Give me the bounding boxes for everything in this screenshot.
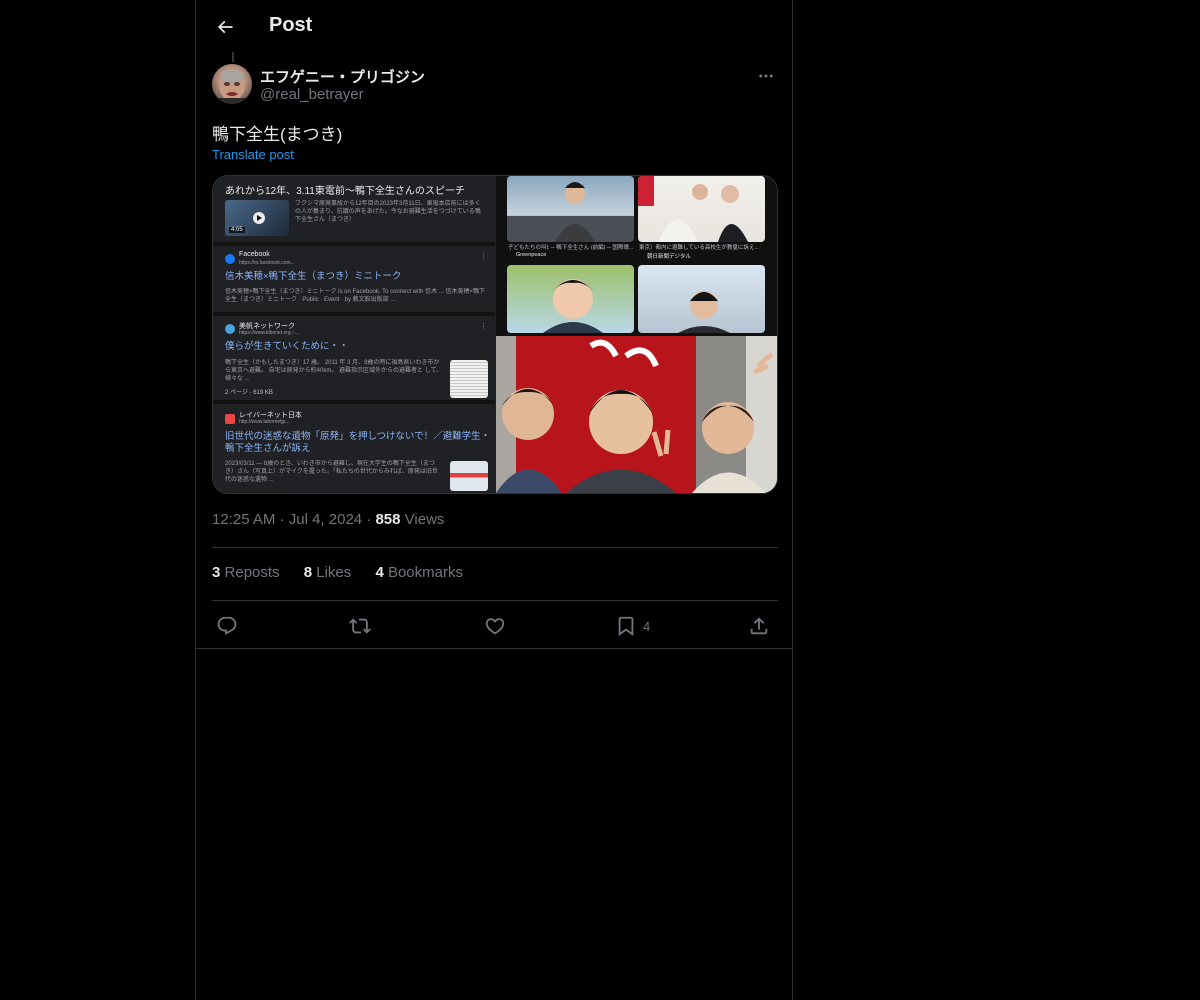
search-result-snippet: フクシマ原発事故から12年目の2023年3月11日、東電本店前には多くの人が集ま… [295, 201, 481, 223]
share-icon [750, 617, 768, 635]
page-header: Post [196, 0, 792, 53]
likes-label: Likes [316, 564, 352, 581]
search-result-facebook: Facebook https://m.facebook.com... ⋮ 信木美… [213, 246, 495, 316]
action-bar: 4 [212, 610, 778, 642]
search-result-link: 信木美穂×鴨下全生（まつき）ミニトーク [225, 271, 402, 282]
image-result-caption: 東京）都内に避難している高校生が教皇に訴え... [639, 245, 759, 251]
post-date[interactable]: Jul 4, 2024 [289, 511, 362, 528]
bookmarks-count: 4 [375, 564, 384, 581]
video-thumbnail: 4:05 [225, 200, 289, 236]
post-detail-column: Post エフゲニー・プリゴジン @real_betrayer 鴨下全生(まつき [195, 0, 793, 1000]
bookmarks-stat[interactable]: 4 Bookmarks [375, 564, 463, 581]
kebab-menu-icon: ⋮ [480, 323, 487, 330]
likes-count: 8 [303, 564, 313, 581]
image-result-photo [507, 176, 634, 242]
reply-button[interactable] [216, 610, 238, 642]
video-duration: 4:05 [229, 227, 245, 233]
image-result-photo [638, 265, 765, 333]
share-button[interactable] [748, 610, 770, 642]
site-favicon-icon [225, 414, 235, 424]
post-time[interactable]: 12:25 AM [212, 511, 275, 528]
image-result-caption: 子どもたちの叫ﾋ ─ 鴨下全生さん (前編) ─ 国際環... [508, 245, 633, 251]
reply-icon [217, 616, 237, 635]
image-result-source: 朝日新聞デジタル [647, 254, 691, 260]
media-photo-grid[interactable]: 子どもたちの叫ﾋ ─ 鴨下全生さん (前編) ─ 国際環... Greenpea… [496, 176, 777, 493]
back-button[interactable] [208, 10, 242, 44]
post-author: エフゲニー・プリゴジン @real_betrayer [212, 64, 778, 108]
thread-connector-line [232, 52, 234, 62]
bookmarks-label: Bookmarks [387, 564, 463, 581]
image-result-photo [638, 176, 765, 242]
repost-icon [349, 618, 371, 634]
search-result-snippet: 鴨下全生（かもしたまつき）17 歳。 2011 年 3 月、8歳の時に福島県いわ… [225, 360, 443, 382]
meta-separator: · [279, 511, 289, 528]
views-count: 858 [375, 511, 401, 528]
media-search-results-screenshot[interactable]: あれから12年、3.11東電前〜鴨下全生さんのスピーチ 4:05 フクシマ原発事… [213, 176, 495, 493]
author-display-name[interactable]: エフゲニー・プリゴジン [260, 66, 425, 87]
search-result-snippet: 信木美穂×鴨下全生（まつき）ミニトーク is on Facebook. To c… [225, 289, 485, 303]
search-result-url: https://www.kibonet.org › ... [239, 330, 300, 336]
search-result-title: あれから12年、3.11東電前〜鴨下全生さんのスピーチ [225, 186, 465, 197]
site-favicon-icon [225, 324, 235, 334]
heart-icon [485, 618, 505, 635]
author-handle[interactable]: @real_betrayer [260, 86, 364, 103]
more-options-button[interactable] [754, 64, 778, 88]
bookmark-button[interactable]: 4 [615, 610, 650, 642]
divider [212, 547, 778, 548]
facebook-favicon-icon [225, 254, 235, 264]
search-result-kibonet: 美帆ネットワーク https://www.kibonet.org › ... ⋮… [213, 316, 495, 404]
views-label: Views [404, 511, 445, 528]
search-result-labornet: レイバーネット日本 http://www.labornetjp.... 旧世代の… [213, 404, 495, 493]
bookmark-icon [618, 616, 634, 637]
reposts-stat[interactable]: 3 Reposts [212, 564, 280, 581]
kebab-menu-icon: ⋮ [480, 253, 487, 260]
repost-button[interactable] [349, 610, 371, 642]
page-title: Post [269, 14, 313, 36]
bookmark-count: 4 [643, 618, 651, 634]
protest-sign-thumbnail [450, 461, 488, 491]
image-result-photo [507, 265, 634, 333]
search-result-link: 旧世代の迷惑な遺物「原発」を押しつけないで！／避難学生・鴨下全生さんが訴え [225, 431, 491, 454]
search-result-link: 僕らが生きていくために・・ [225, 341, 349, 352]
selfie-photo [496, 336, 777, 493]
search-result-video: あれから12年、3.11東電前〜鴨下全生さんのスピーチ 4:05 フクシマ原発事… [213, 176, 495, 246]
document-thumbnail [450, 360, 488, 398]
search-result-meta: 2 ページ · 619 KB [225, 390, 273, 396]
reposts-label: Reposts [224, 564, 280, 581]
search-result-snippet: 2023/03/11 — 8歳のとき、いわき市から避難し、現在大学生の鴨下全生（… [225, 461, 438, 483]
translate-post-link[interactable]: Translate post [212, 147, 294, 162]
search-result-url: https://m.facebook.com... [239, 260, 295, 266]
avatar-portrait-image [212, 69, 252, 104]
likes-stat[interactable]: 8 Likes [304, 564, 352, 581]
divider [196, 648, 792, 649]
image-result-source: Greenpeace [516, 252, 547, 258]
reposts-count: 3 [212, 564, 221, 581]
more-horizontal-icon [759, 74, 773, 78]
search-result-url: http://www.labornetjp.... [239, 419, 291, 425]
divider [212, 600, 778, 601]
arrow-left-icon [217, 20, 233, 34]
like-button[interactable] [484, 610, 506, 642]
post-text: 鴨下全生(まつき) [212, 125, 343, 144]
avatar[interactable] [212, 64, 252, 104]
engagement-stats: 3 Reposts 8 Likes 4 Bookmarks [212, 564, 483, 581]
post-meta: 12:25 AM · Jul 4, 2024 · 858 Views [212, 511, 444, 528]
post-media[interactable]: あれから12年、3.11東電前〜鴨下全生さんのスピーチ 4:05 フクシマ原発事… [212, 175, 778, 494]
search-result-site: Facebook [239, 251, 270, 258]
